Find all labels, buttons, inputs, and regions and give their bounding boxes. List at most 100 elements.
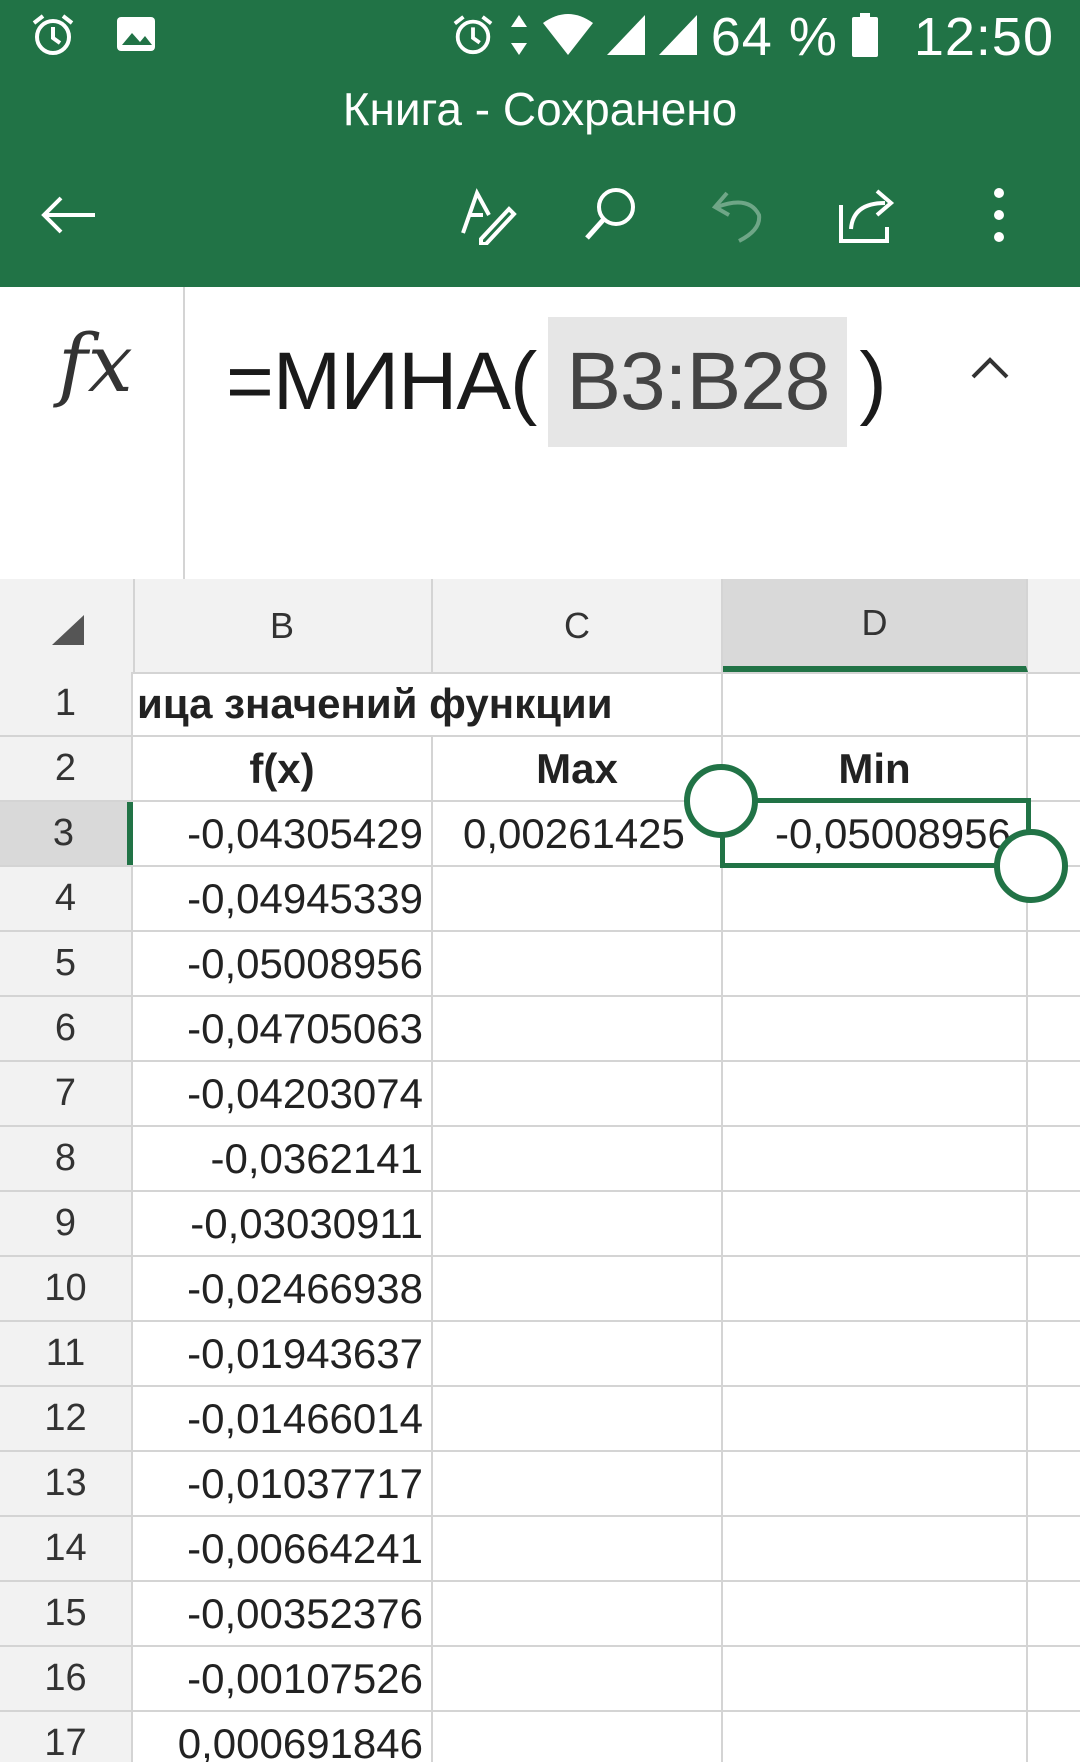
cell-b[interactable]: -0,04705063 — [133, 997, 433, 1060]
cell-e[interactable] — [1028, 932, 1080, 995]
cell-e[interactable] — [1028, 1452, 1080, 1515]
row-header[interactable]: 1 — [0, 672, 133, 735]
cell-d[interactable] — [723, 1517, 1028, 1580]
cell-c[interactable] — [433, 1192, 723, 1255]
row-header[interactable]: 10 — [0, 1257, 133, 1320]
formula-input[interactable]: =МИНА( B3:B28 ) — [226, 317, 887, 447]
cell-c[interactable] — [433, 1517, 723, 1580]
cell-d[interactable] — [723, 1127, 1028, 1190]
cell-e[interactable] — [1028, 1712, 1080, 1762]
cell-c[interactable] — [433, 997, 723, 1060]
cell-c[interactable] — [433, 932, 723, 995]
row-header[interactable]: 2 — [0, 737, 133, 800]
cell-d[interactable] — [723, 1062, 1028, 1125]
selection-handle-start[interactable] — [684, 764, 758, 838]
cell-b[interactable]: -0,03030911 — [133, 1192, 433, 1255]
cell-b[interactable]: -0,04945339 — [133, 867, 433, 930]
cell-c[interactable] — [433, 1387, 723, 1450]
cell-d[interactable] — [723, 1387, 1028, 1450]
row-header[interactable]: 4 — [0, 867, 133, 930]
row-header[interactable]: 3 — [0, 802, 133, 865]
search-button[interactable] — [566, 170, 656, 260]
cell-b[interactable]: -0,01466014 — [133, 1387, 433, 1450]
row-header[interactable]: 12 — [0, 1387, 133, 1450]
select-all-corner[interactable] — [0, 579, 135, 672]
cell-c[interactable] — [433, 1712, 723, 1762]
cell-c[interactable] — [433, 1127, 723, 1190]
cell-b[interactable]: -0,02466938 — [133, 1257, 433, 1320]
cell-c[interactable] — [433, 672, 723, 735]
app-header: 64 % 12:50 Книга - Сохранено — [0, 0, 1080, 287]
row-header[interactable]: 17 — [0, 1712, 133, 1762]
row-header[interactable]: 6 — [0, 997, 133, 1060]
cell-e[interactable] — [1028, 1517, 1080, 1580]
cell-e[interactable] — [1028, 1387, 1080, 1450]
cell-e[interactable] — [1028, 1127, 1080, 1190]
cell-b[interactable]: -0,00664241 — [133, 1517, 433, 1580]
cell-d[interactable] — [723, 1192, 1028, 1255]
cell-e[interactable] — [1028, 997, 1080, 1060]
column-header-c[interactable]: C — [433, 579, 723, 672]
cell-e[interactable] — [1028, 737, 1080, 800]
cell-c[interactable] — [433, 1647, 723, 1710]
selection-handle-end[interactable] — [994, 829, 1068, 903]
cell-b[interactable]: 0,000691846 — [133, 1712, 433, 1762]
cell-b[interactable]: -0,0362141 — [133, 1127, 433, 1190]
cell-e[interactable] — [1028, 1257, 1080, 1320]
row-header[interactable]: 15 — [0, 1582, 133, 1645]
cell-e[interactable] — [1028, 1322, 1080, 1385]
cell-d[interactable]: Min — [723, 737, 1028, 800]
cell-e[interactable] — [1028, 672, 1080, 735]
cell-e[interactable] — [1028, 1647, 1080, 1710]
cell-b[interactable]: -0,00107526 — [133, 1647, 433, 1710]
cell-c[interactable]: Max — [433, 737, 723, 800]
cell-d[interactable] — [723, 1452, 1028, 1515]
cell-d[interactable] — [723, 1257, 1028, 1320]
collapse-formula-button[interactable] — [960, 337, 1020, 397]
cell-d[interactable] — [723, 1647, 1028, 1710]
cell-d[interactable] — [723, 867, 1028, 930]
more-options-button[interactable] — [954, 170, 1044, 260]
cell-c[interactable] — [433, 1452, 723, 1515]
draw-button[interactable] — [442, 170, 532, 260]
cell-c[interactable]: 0,00261425 — [433, 802, 723, 865]
share-button[interactable] — [824, 170, 914, 260]
cell-d[interactable] — [723, 1322, 1028, 1385]
row-header[interactable]: 8 — [0, 1127, 133, 1190]
cell-d[interactable] — [723, 932, 1028, 995]
cell-b[interactable]: -0,01943637 — [133, 1322, 433, 1385]
cell-b[interactable]: ица значений функции — [133, 672, 613, 735]
cell-c[interactable] — [433, 1322, 723, 1385]
column-header-d[interactable]: D — [723, 579, 1028, 672]
cell-b[interactable]: -0,05008956 — [133, 932, 433, 995]
column-header-b[interactable]: B — [133, 579, 433, 672]
cell-c[interactable] — [433, 1257, 723, 1320]
cell-e[interactable] — [1028, 1582, 1080, 1645]
back-button[interactable] — [24, 170, 114, 260]
row-header[interactable]: 14 — [0, 1517, 133, 1580]
function-button[interactable]: fx — [0, 287, 185, 579]
cell-d[interactable]: -0,05008956 — [723, 802, 1028, 865]
cell-c[interactable] — [433, 1582, 723, 1645]
cell-b[interactable]: f(x) — [133, 737, 433, 800]
row-header[interactable]: 11 — [0, 1322, 133, 1385]
cell-d[interactable] — [723, 672, 1028, 735]
cell-b[interactable]: -0,00352376 — [133, 1582, 433, 1645]
cell-c[interactable] — [433, 867, 723, 930]
row-header[interactable]: 13 — [0, 1452, 133, 1515]
cell-d[interactable] — [723, 997, 1028, 1060]
row-header[interactable]: 9 — [0, 1192, 133, 1255]
formula-range-argument[interactable]: B3:B28 — [548, 317, 848, 447]
row-header[interactable]: 5 — [0, 932, 133, 995]
cell-e[interactable] — [1028, 1192, 1080, 1255]
cell-b[interactable]: -0,04203074 — [133, 1062, 433, 1125]
cell-b[interactable]: -0,04305429 — [133, 802, 433, 865]
cell-c[interactable] — [433, 1062, 723, 1125]
row-header[interactable]: 16 — [0, 1647, 133, 1710]
cell-b[interactable]: -0,01037717 — [133, 1452, 433, 1515]
row-header[interactable]: 7 — [0, 1062, 133, 1125]
undo-button[interactable] — [694, 170, 784, 260]
cell-e[interactable] — [1028, 1062, 1080, 1125]
cell-d[interactable] — [723, 1582, 1028, 1645]
cell-d[interactable] — [723, 1712, 1028, 1762]
